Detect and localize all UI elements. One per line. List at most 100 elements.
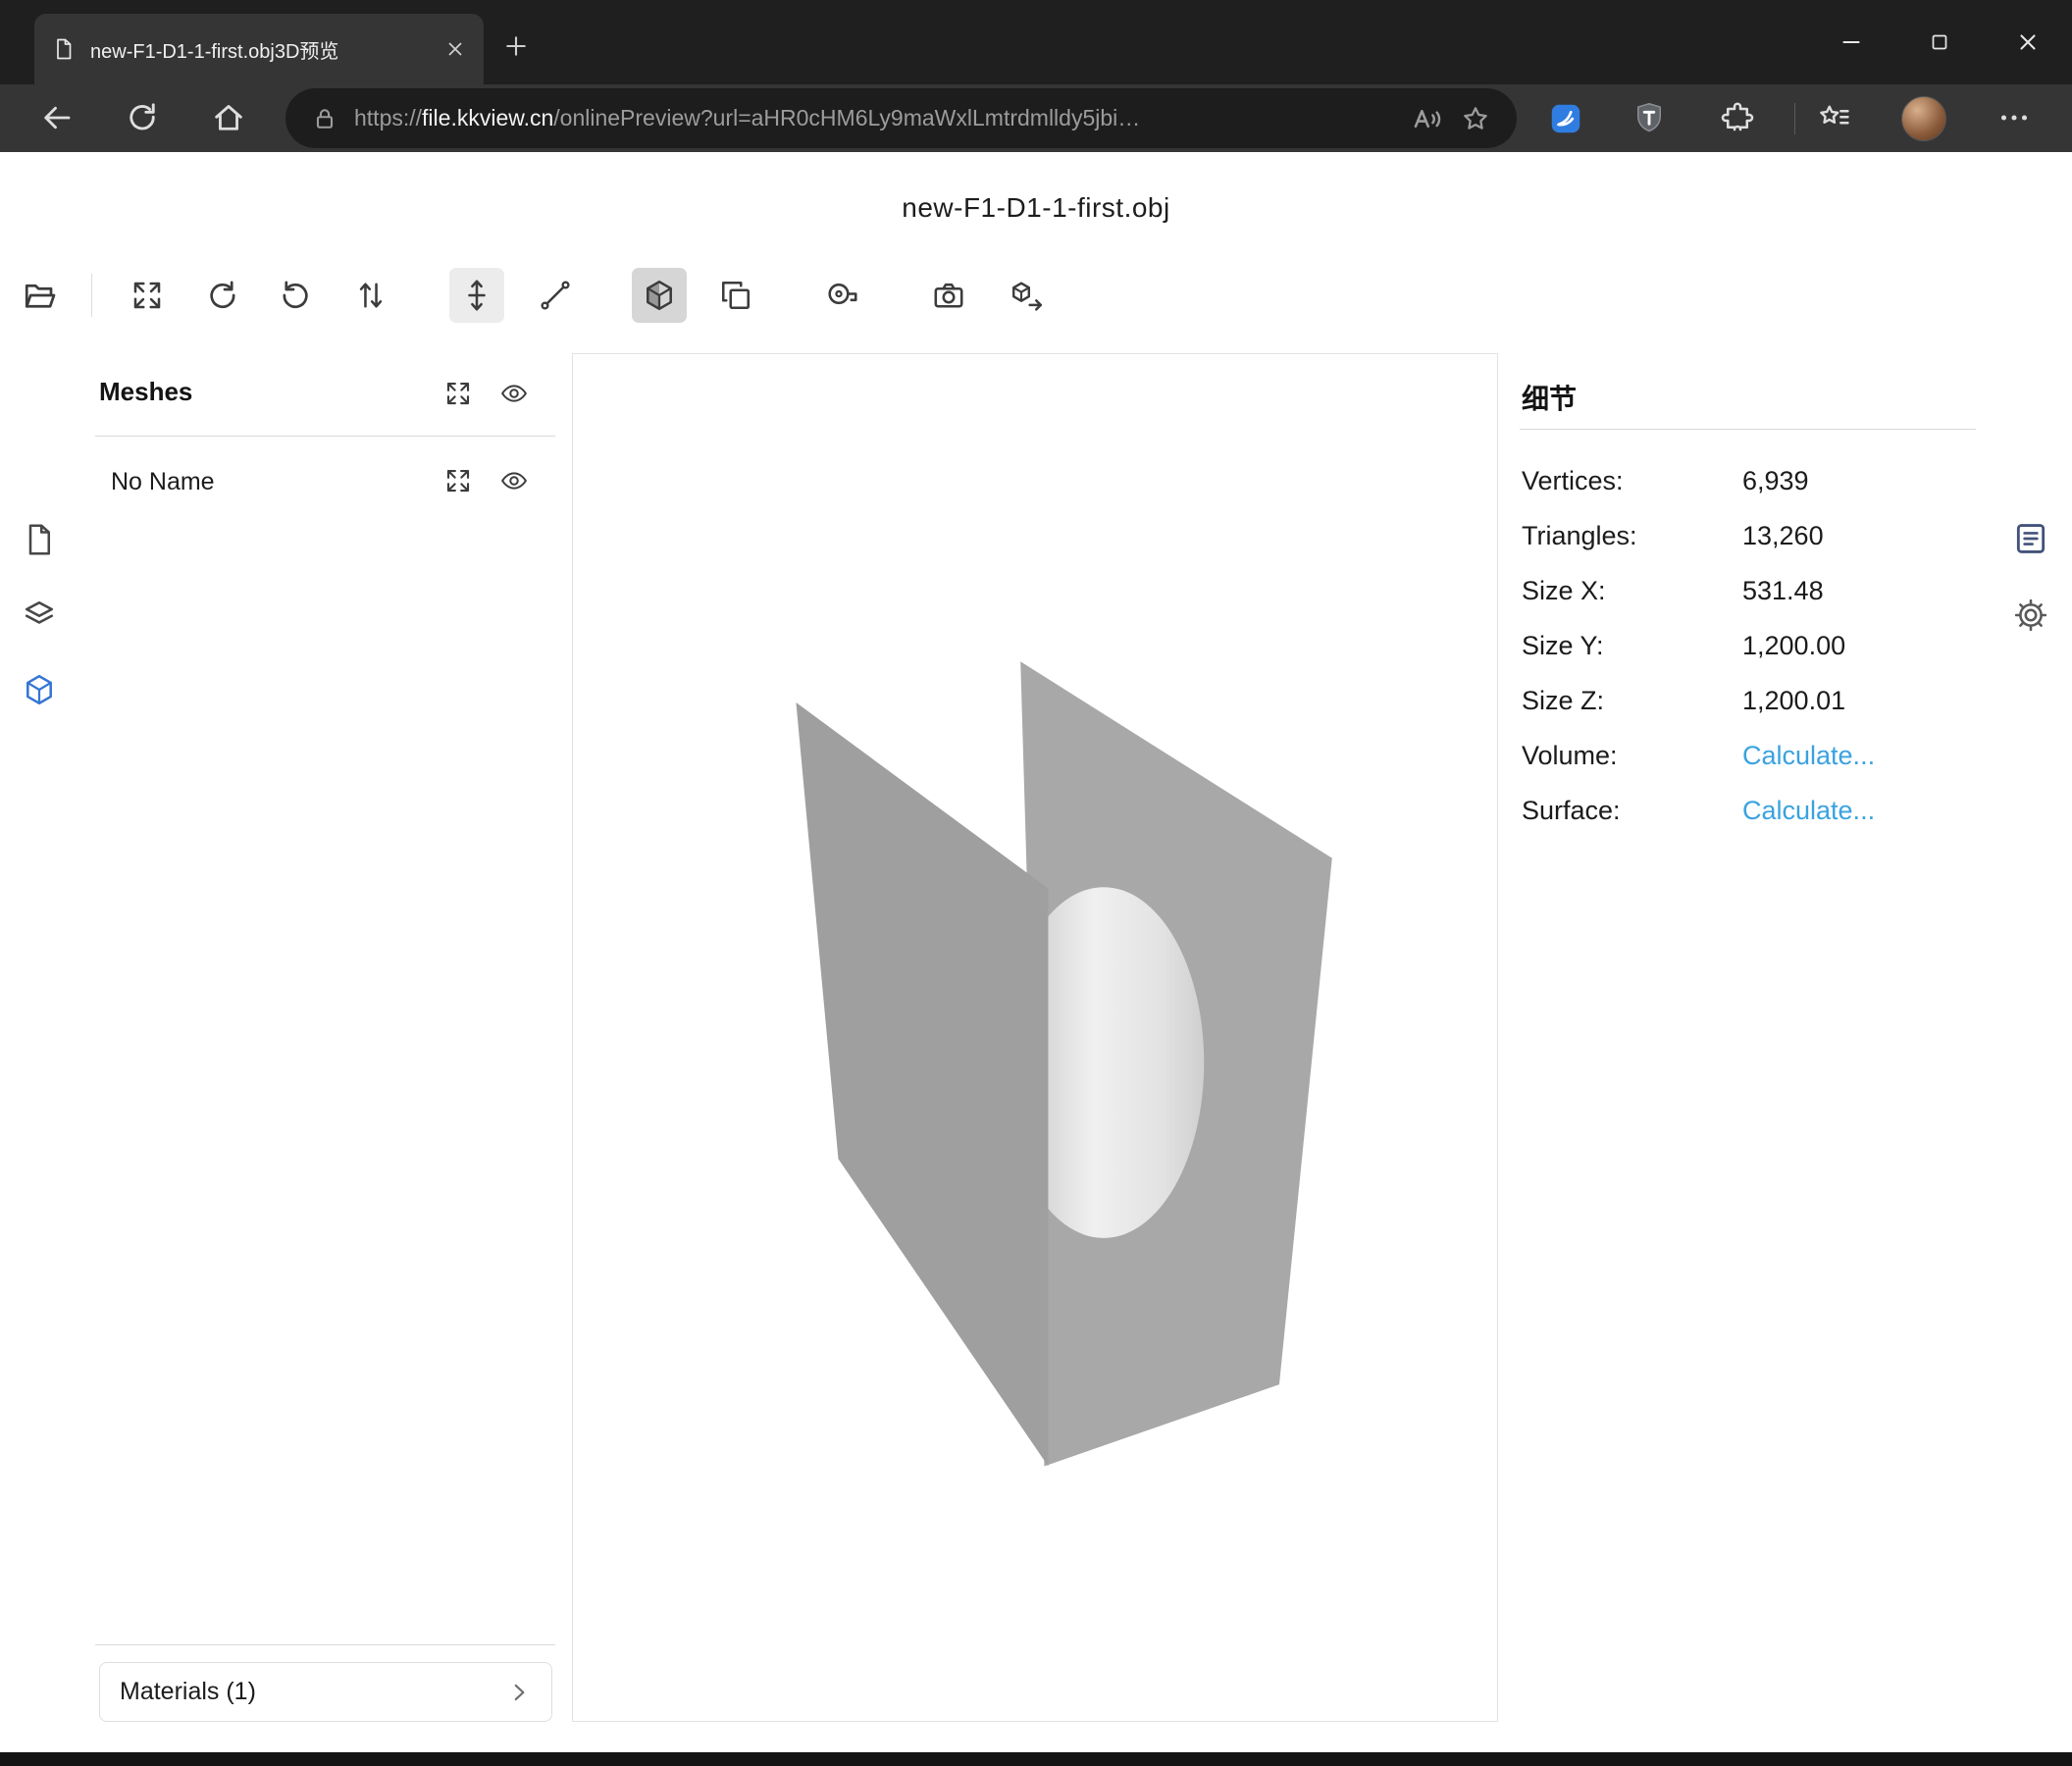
detail-row-size-y: Size Y: 1,200.00 [1522,618,1976,673]
profile-avatar[interactable] [1901,96,1946,141]
meshes-visibility-eye-icon[interactable] [499,379,529,408]
url-text: https://file.kkview.cn/onlinePreview?url… [354,105,1395,131]
flip-vertical-icon [353,278,388,313]
fit-view-button[interactable] [120,268,175,323]
details-panel-header: 细节 [1522,378,1577,417]
model-title: new-F1-D1-1-first.obj [0,192,2072,224]
materials-expander[interactable]: Materials (1) [99,1662,552,1722]
viewer-toolbar [0,265,2072,331]
tab-favicon-icon [52,37,76,61]
detail-row-size-z: Size Z: 1,200.01 [1522,673,1976,728]
url-path: /onlinePreview?url=aHR0cHM6Ly9maWxlLmtrd… [553,105,1140,130]
detail-label: Size X: [1522,576,1742,606]
mesh-item-eye-icon[interactable] [499,466,529,495]
solid-view-button[interactable] [632,268,687,323]
detail-label: Size Y: [1522,631,1742,661]
browser-titlebar: new-F1-D1-1-first.obj3D预览 [0,0,2072,84]
flip-vertical-button[interactable] [343,268,398,323]
calculate-volume-link[interactable]: Calculate... [1742,741,1875,771]
materials-icon[interactable] [22,597,57,633]
meshes-fit-icon[interactable] [443,379,473,408]
chevron-right-icon [506,1680,532,1705]
detail-label: Vertices: [1522,466,1742,496]
rotate-vertical-icon [279,278,314,313]
more-options-icon[interactable] [1996,100,2032,135]
rotate-vertical-button[interactable] [269,268,324,323]
screenshot-icon [931,278,966,313]
detail-label: Surface: [1522,796,1742,826]
window-close-button[interactable] [1984,0,2072,84]
meshes-panel-header: Meshes [99,377,192,407]
tab-title: new-F1-D1-1-first.obj3D预览 [90,35,430,64]
detail-row-size-x: Size X: 531.48 [1522,563,1976,618]
settings-gear-icon[interactable] [2012,597,2049,634]
window-minimize-button[interactable] [1807,0,1895,84]
window-maximize-button[interactable] [1895,0,1984,84]
open-model-icon [22,278,57,313]
details-header-divider [1520,429,1976,430]
extensions-puzzle-icon[interactable] [1720,100,1755,135]
read-aloud-icon[interactable] [1411,102,1444,135]
detail-label: Size Z: [1522,686,1742,716]
browser-navbar: https://file.kkview.cn/onlinePreview?url… [0,84,2072,152]
favorites-hub-icon[interactable] [1817,100,1852,135]
new-tab-button[interactable] [502,32,530,60]
measure-line-button[interactable] [528,268,583,323]
detail-value: 6,939 [1742,466,1809,496]
open-model-button[interactable] [12,268,67,323]
meshes-cube-icon[interactable] [22,672,57,707]
browser-tab[interactable]: new-F1-D1-1-first.obj3D预览 [34,14,484,84]
mesh-list-item[interactable]: No Name [111,468,215,496]
flat-view-icon [718,278,753,313]
window-bottom-edge [0,1752,2072,1766]
move-vertical-button[interactable] [449,268,504,323]
navbar-divider [1794,103,1795,134]
extension-shield-icon[interactable] [1632,100,1667,135]
viewer-page: new-F1-D1-1-first.obj Meshes No Name Mat… [0,152,2072,1752]
model-viewport[interactable] [572,353,1498,1722]
detail-row-vertices: Vertices: 6,939 [1522,453,1976,508]
detail-row-triangles: Triangles: 13,260 [1522,508,1976,563]
meshes-header-divider [95,436,555,437]
extension-blue-icon[interactable] [1548,101,1583,136]
minimize-icon [1839,29,1864,55]
measure-line-icon [538,278,573,313]
refresh-icon[interactable] [125,100,160,135]
detail-label: Triangles: [1522,521,1742,551]
rotate-horizontal-button[interactable] [194,268,249,323]
toolbar-divider [91,274,92,317]
lock-icon[interactable] [311,105,338,132]
materials-label: Materials (1) [120,1678,506,1706]
window-controls [1807,0,2072,84]
favorite-star-icon[interactable] [1460,103,1491,134]
export-view-button[interactable] [1000,268,1055,323]
flat-view-button[interactable] [708,268,763,323]
model-3d-scene [573,354,1497,1721]
mesh-item-fit-icon[interactable] [443,466,473,495]
address-bar[interactable]: https://file.kkview.cn/onlinePreview?url… [285,88,1517,148]
file-info-icon[interactable] [22,522,57,557]
model-left-plane [796,702,1048,1467]
home-icon[interactable] [211,100,246,135]
fit-view-icon [130,278,165,313]
detail-label: Volume: [1522,741,1742,771]
url-scheme: https:// [354,105,422,130]
close-icon [2015,29,2041,55]
materials-divider [95,1644,555,1645]
tab-close-icon[interactable] [444,38,466,60]
maximize-icon [1928,30,1951,54]
detail-value: 531.48 [1742,576,1824,606]
back-icon[interactable] [39,100,75,135]
solid-view-icon [642,278,677,313]
detail-value: 1,200.01 [1742,686,1845,716]
detail-row-surface: Surface: Calculate... [1522,783,1976,838]
calculate-surface-link[interactable]: Calculate... [1742,796,1875,826]
screenshot-button[interactable] [921,268,976,323]
details-list-icon[interactable] [2012,520,2049,557]
details-rows: Vertices: 6,939 Triangles: 13,260 Size X… [1522,453,1976,838]
measure-tape-icon [824,278,859,313]
detail-value: 13,260 [1742,521,1824,551]
export-view-icon [1010,278,1045,313]
url-host: file.kkview.cn [422,105,553,130]
measure-tape-button[interactable] [814,268,869,323]
